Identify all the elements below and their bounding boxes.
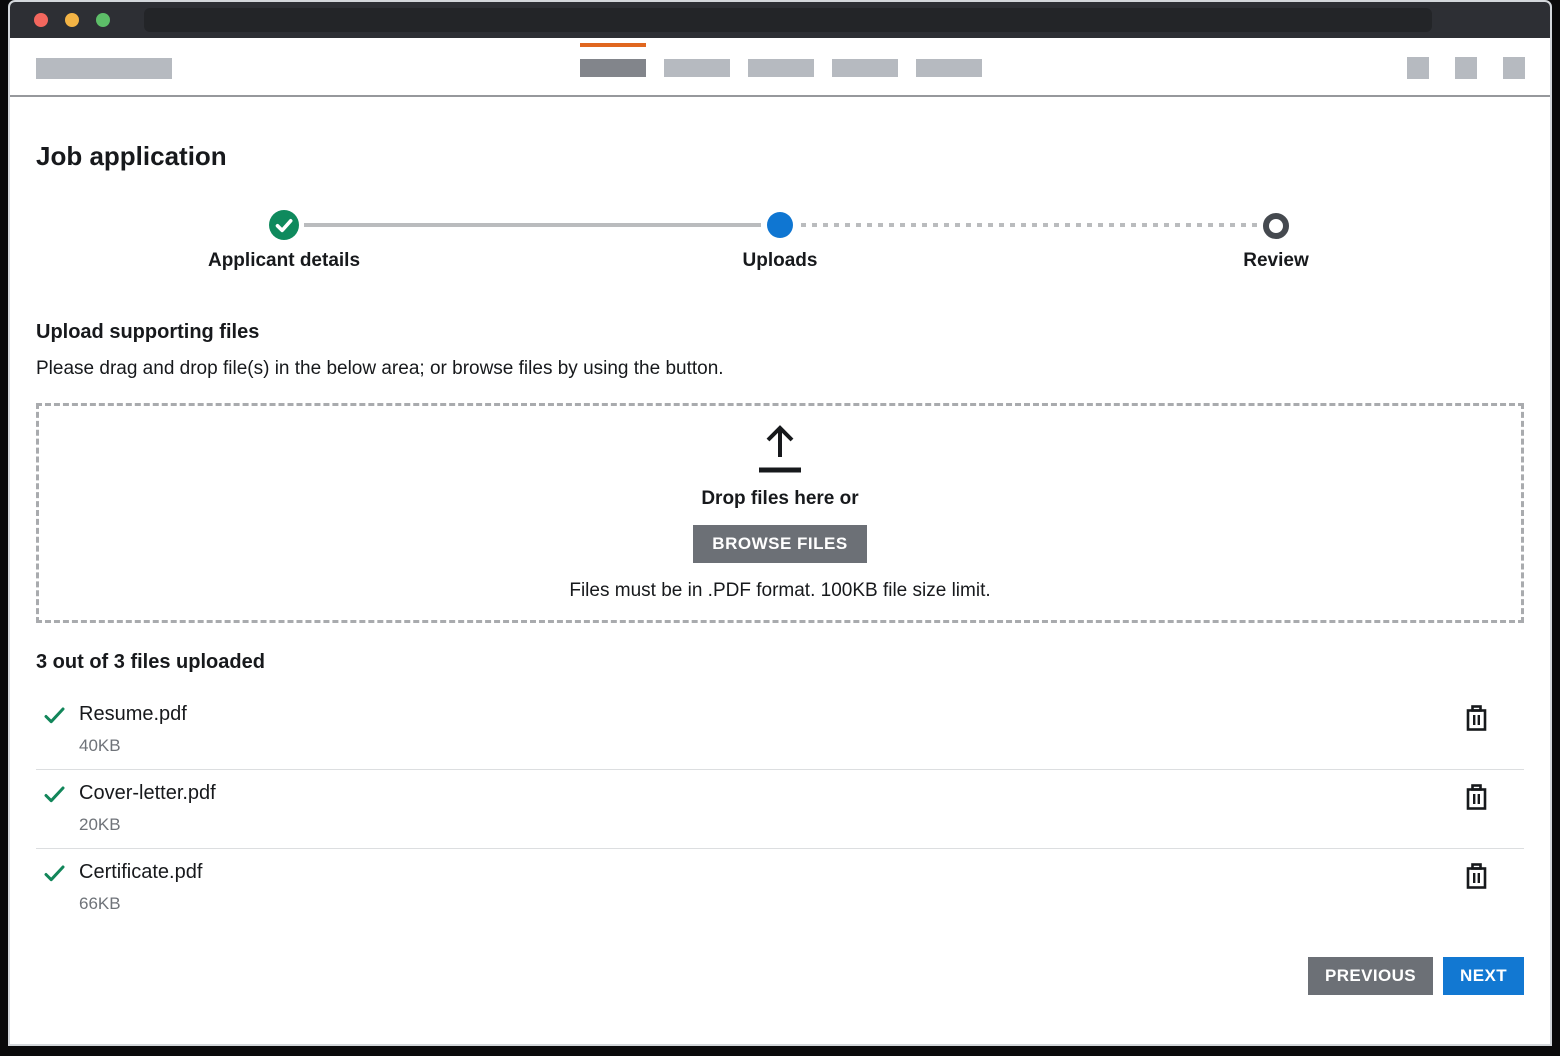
nav-action-3[interactable] xyxy=(1503,57,1525,79)
step-label-uploads: Uploads xyxy=(743,250,818,272)
file-row-resume: Resume.pdf 40KB xyxy=(36,691,1524,769)
step-label-applicant-details: Applicant details xyxy=(208,250,360,272)
uploaded-file-list: Resume.pdf 40KB Cover-lett xyxy=(36,691,1524,927)
stepper-connector-complete xyxy=(304,223,761,227)
file-size: 20KB xyxy=(79,815,216,835)
active-tab-indicator xyxy=(580,43,646,47)
main-content: Job application Applicant details Upload… xyxy=(10,141,1550,995)
file-size: 66KB xyxy=(79,894,202,914)
file-dropzone[interactable]: Drop files here or BROWSE FILES Files mu… xyxy=(36,403,1524,623)
nav-tab-4[interactable] xyxy=(832,59,898,77)
address-bar[interactable] xyxy=(144,8,1432,32)
file-size: 40KB xyxy=(79,736,187,756)
trash-icon xyxy=(1465,784,1488,811)
files-uploaded-summary: 3 out of 3 files uploaded xyxy=(36,651,1524,674)
nav-tab-3[interactable] xyxy=(748,59,814,77)
browse-files-button[interactable]: BROWSE FILES xyxy=(693,525,866,563)
nav-tab-2[interactable] xyxy=(664,59,730,77)
site-navbar xyxy=(10,38,1550,97)
page-title: Job application xyxy=(36,141,1524,172)
drop-files-text: Drop files here or xyxy=(701,488,858,510)
trash-icon xyxy=(1465,705,1488,732)
check-icon xyxy=(44,707,65,724)
file-constraint-text: Files must be in .PDF format. 100KB file… xyxy=(569,580,990,602)
window-controls xyxy=(34,13,110,27)
next-button[interactable]: NEXT xyxy=(1443,957,1524,995)
check-icon xyxy=(44,865,65,882)
delete-file-button[interactable] xyxy=(1465,863,1488,890)
upload-instruction: Please drag and drop file(s) in the belo… xyxy=(36,358,1524,380)
check-icon xyxy=(44,786,65,803)
check-circle-icon xyxy=(269,210,299,240)
wizard-footer: PREVIOUS NEXT xyxy=(36,957,1524,995)
file-row-certificate: Certificate.pdf 66KB xyxy=(36,848,1524,927)
delete-file-button[interactable] xyxy=(1465,705,1488,732)
file-name: Cover-letter.pdf xyxy=(79,782,216,805)
minimize-window-button[interactable] xyxy=(65,13,79,27)
step-applicant-details-indicator[interactable] xyxy=(269,210,299,240)
file-name: Resume.pdf xyxy=(79,703,187,726)
nav-tab-1-active[interactable] xyxy=(580,59,646,77)
progress-stepper: Applicant details Uploads Review xyxy=(36,210,1524,276)
zoom-window-button[interactable] xyxy=(96,13,110,27)
upcoming-step-ring-icon xyxy=(1263,213,1289,239)
step-uploads-indicator[interactable] xyxy=(767,212,793,238)
file-row-cover-letter: Cover-letter.pdf 20KB xyxy=(36,769,1524,848)
step-review-indicator[interactable] xyxy=(1263,213,1289,239)
browser-window: Job application Applicant details Upload… xyxy=(8,0,1552,1046)
close-window-button[interactable] xyxy=(34,13,48,27)
step-label-review: Review xyxy=(1243,250,1308,272)
nav-action-1[interactable] xyxy=(1407,57,1429,79)
previous-button[interactable]: PREVIOUS xyxy=(1308,957,1433,995)
trash-icon xyxy=(1465,863,1488,890)
stepper-connector-upcoming xyxy=(801,223,1257,227)
nav-tab-5[interactable] xyxy=(916,59,982,77)
nav-action-2[interactable] xyxy=(1455,57,1477,79)
file-name: Certificate.pdf xyxy=(79,861,202,884)
upload-section-heading: Upload supporting files xyxy=(36,321,1524,344)
delete-file-button[interactable] xyxy=(1465,784,1488,811)
window-titlebar xyxy=(10,2,1550,38)
current-step-dot-icon xyxy=(767,212,793,238)
logo-placeholder xyxy=(36,58,172,79)
upload-arrow-icon xyxy=(757,424,803,474)
